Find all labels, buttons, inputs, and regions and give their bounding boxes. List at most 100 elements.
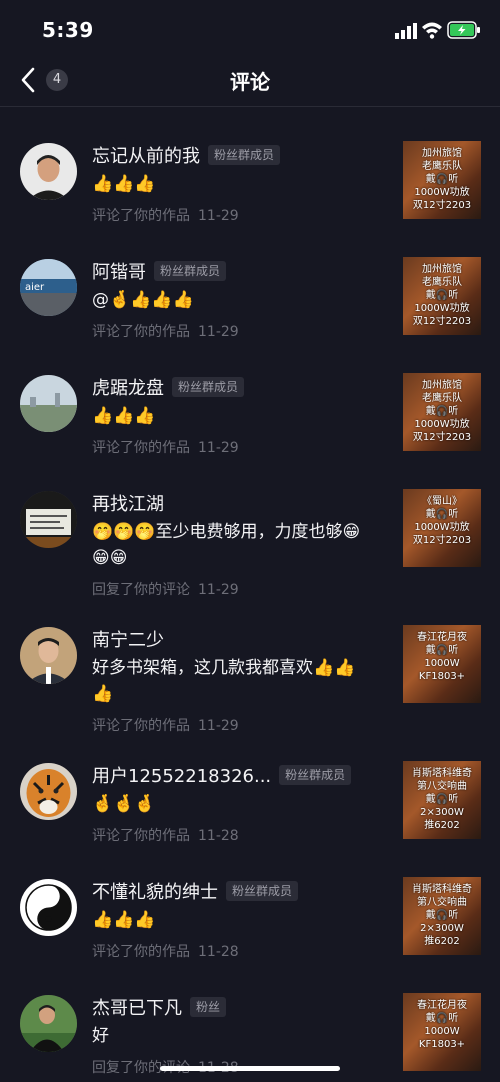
commenter-name[interactable]: 再找江湖 (92, 490, 164, 516)
thumbnail-caption-line: 2×300W (420, 807, 464, 818)
thumbnail-caption-line: 春江花月夜 (417, 632, 467, 643)
fan-group-badge: 粉丝群成员 (172, 377, 245, 397)
name-row: 不懂礼貌的绅士 粉丝群成员 (92, 878, 299, 904)
comment-item[interactable]: 虎踞龙盘 粉丝群成员 👍👍👍 评论了你的作品 11-29 加州旅馆 老鹰乐队 戴🎧听 1000W… (0, 339, 500, 457)
comment-action: 评论了你的作品 (92, 440, 190, 456)
thumbnail-caption-line: 双12寸2203 (412, 535, 472, 546)
commenter-name[interactable]: 不懂礼貌的绅士 (92, 878, 218, 904)
cellular-signal-icon (395, 23, 417, 39)
avatar[interactable] (20, 763, 77, 820)
thumbnail-caption-line: 推6202 (424, 820, 460, 831)
comment-item[interactable]: 不懂礼貌的绅士 粉丝群成员 👍👍👍 评论了你的作品 11-28 肖斯塔科维奇 第八交响曲 戴🎧… (0, 843, 500, 961)
name-row: 用户12552218326... 粉丝群成员 (92, 762, 352, 788)
video-thumbnail[interactable]: 《蜀山》 戴🎧听 1000W功放 双12寸2203 (403, 489, 481, 567)
thumbnail-caption-line: 1000W功放 (414, 419, 470, 430)
commenter-name[interactable]: 忘记从前的我 (92, 142, 200, 168)
thumbnail-caption-line: 1000W功放 (414, 303, 470, 314)
comment-date: 11-29 (198, 440, 239, 456)
thumbnail-caption-line: 加州旅馆 (422, 380, 462, 391)
comment-text: 好 (92, 1026, 109, 1046)
name-row: 再找江湖 (92, 491, 164, 515)
comment-meta: 评论了你的作品 11-29 (92, 437, 239, 457)
home-indicator (160, 1066, 340, 1071)
comment-text: 👍👍👍 (92, 910, 156, 930)
battery-charging-icon (447, 21, 480, 39)
commenter-name[interactable]: 杰哥已下凡 (92, 994, 182, 1020)
thumbnail-caption-line: 戴🎧听 (425, 645, 459, 656)
name-row: 南宁二少 (92, 627, 164, 651)
avatar[interactable] (20, 375, 77, 432)
name-row: 杰哥已下凡 粉丝 (92, 994, 227, 1020)
comment-meta: 评论了你的作品 11-29 (92, 205, 239, 225)
video-thumbnail[interactable]: 肖斯塔科维奇 第八交响曲 戴🎧听 2×300W 推6202 (403, 877, 481, 955)
thumbnail-caption-line: KF1803+ (418, 1039, 466, 1050)
avatar[interactable] (20, 491, 77, 548)
comment-text: 好多书架箱，这几款我都喜欢👍👍👍 (92, 658, 356, 704)
comment-text: 🤭🤭🤭至少电费够用，力度也够😁😁😁 (92, 522, 361, 568)
comment-date: 11-29 (198, 324, 239, 340)
thumbnail-caption-line: KF1803+ (418, 671, 466, 682)
fan-group-badge: 粉丝 (190, 997, 227, 1017)
comment-action: 评论了你的作品 (92, 208, 190, 224)
comment-date: 11-28 (198, 828, 239, 844)
thumbnail-caption-line: 肖斯塔科维奇 (412, 768, 472, 779)
fan-group-badge: 粉丝群成员 (208, 145, 281, 165)
thumbnail-caption-line: 1000W功放 (414, 522, 470, 533)
thumbnail-caption-line: 第八交响曲 (417, 781, 467, 792)
thumbnail-caption-line: 戴🎧听 (425, 290, 459, 301)
thumbnail-caption-line: 推6202 (424, 936, 460, 947)
status-time: 5:39 (42, 18, 94, 42)
thumbnail-caption-line: 戴🎧听 (425, 794, 459, 805)
commenter-name[interactable]: 南宁二少 (92, 626, 164, 652)
comment-text: @🤞👍👍👍 (92, 290, 194, 310)
comment-item[interactable]: 用户12552218326... 粉丝群成员 🤞🤞🤞 评论了你的作品 11-28 肖斯塔科… (0, 727, 500, 844)
comment-item[interactable]: 忘记从前的我 粉丝群成员 👍👍👍 评论了你的作品 11-29 加州旅馆老鹰乐队戴🎧听 100… (0, 107, 500, 225)
commenter-name[interactable]: 阿锴哥 (92, 258, 146, 284)
comment-item[interactable]: 南宁二少 好多书架箱，这几款我都喜欢👍👍👍 评论了你的作品 11-29 春江花月夜 戴🎧听… (0, 591, 500, 734)
comment-item[interactable]: aier 阿锴哥 粉丝群成员 @🤞👍👍👍 评论了你的作品 11-29 加州旅馆 老鹰乐队 戴🎧听… (0, 223, 500, 341)
thumbnail-caption-line: 老鹰乐队 (422, 161, 462, 172)
name-row: 忘记从前的我 粉丝群成员 (92, 142, 281, 168)
thumbnail-caption-line: 1000W (424, 1026, 460, 1037)
comment-date: 11-28 (198, 944, 239, 960)
comment-text: 🤞🤞🤞 (92, 794, 156, 814)
thumbnail-caption-line: 戴🎧听 (425, 406, 459, 417)
commenter-name[interactable]: 用户12552218326... (92, 762, 271, 788)
comment-meta: 评论了你的作品 11-29 (92, 321, 239, 341)
comment-text: 👍👍👍 (92, 174, 156, 194)
comment-item[interactable]: 杰哥已下凡粉丝好回复了你的评论11-28春江花月夜戴🎧听1000WKF1803+ (0, 959, 500, 1076)
video-thumbnail[interactable]: 肖斯塔科维奇 第八交响曲戴🎧听 2×300W 推6202 (403, 761, 481, 839)
avatar[interactable] (20, 995, 77, 1052)
svg-text:aier: aier (25, 282, 45, 293)
comment-item[interactable]: 再找江湖 🤭🤭🤭至少电费够用，力度也够😁😁😁 回复了你的评论 11-29 《蜀山》 戴🎧听… (0, 455, 500, 598)
avatar[interactable] (20, 143, 77, 200)
thumbnail-caption-line: 1000W功放 (414, 187, 470, 198)
comment-date: 11-29 (198, 208, 239, 224)
thumbnail-caption-line: 双12寸2203 (412, 200, 472, 211)
name-row: 虎踞龙盘 粉丝群成员 (92, 374, 245, 400)
video-thumbnail[interactable]: 加州旅馆老鹰乐队戴🎧听 1000W功放 双12寸2203 (403, 141, 481, 219)
fan-group-badge: 粉丝群成员 (226, 881, 299, 901)
thumbnail-caption-line: 戴🎧听 (425, 1013, 459, 1024)
thumbnail-caption-line: 加州旅馆 (422, 148, 462, 159)
avatar[interactable]: aier (20, 259, 77, 316)
fan-group-badge: 粉丝群成员 (279, 765, 352, 785)
thumbnail-caption-line: 戴🎧听 (425, 174, 459, 185)
avatar[interactable] (20, 879, 77, 936)
thumbnail-caption-line: 双12寸2203 (412, 316, 472, 327)
video-thumbnail[interactable]: 加州旅馆 老鹰乐队 戴🎧听 1000W功放 双12寸2203 (403, 373, 481, 451)
thumbnail-caption-line: 春江花月夜 (417, 1000, 467, 1011)
comment-meta: 评论了你的作品 11-28 (92, 941, 239, 961)
comment-text: 👍👍👍 (92, 406, 156, 426)
thumbnail-caption-line: 第八交响曲 (417, 897, 467, 908)
comment-action: 评论了你的作品 (92, 324, 190, 340)
nav-bar: 4 评论 (0, 54, 500, 107)
thumbnail-caption-line: 戴🎧听 (425, 509, 459, 520)
video-thumbnail[interactable]: 春江花月夜戴🎧听 1000W KF1803+ (403, 993, 481, 1071)
video-thumbnail[interactable]: 春江花月夜戴🎧听 1000W KF1803+ (403, 625, 481, 703)
thumbnail-caption-line: 1000W (424, 658, 460, 669)
commenter-name[interactable]: 虎踞龙盘 (92, 374, 164, 400)
avatar[interactable] (20, 627, 77, 684)
thumbnail-caption-line: 双12寸2203 (412, 432, 472, 443)
video-thumbnail[interactable]: 加州旅馆 老鹰乐队 戴🎧听 1000W功放 双12寸2203 (403, 257, 481, 335)
